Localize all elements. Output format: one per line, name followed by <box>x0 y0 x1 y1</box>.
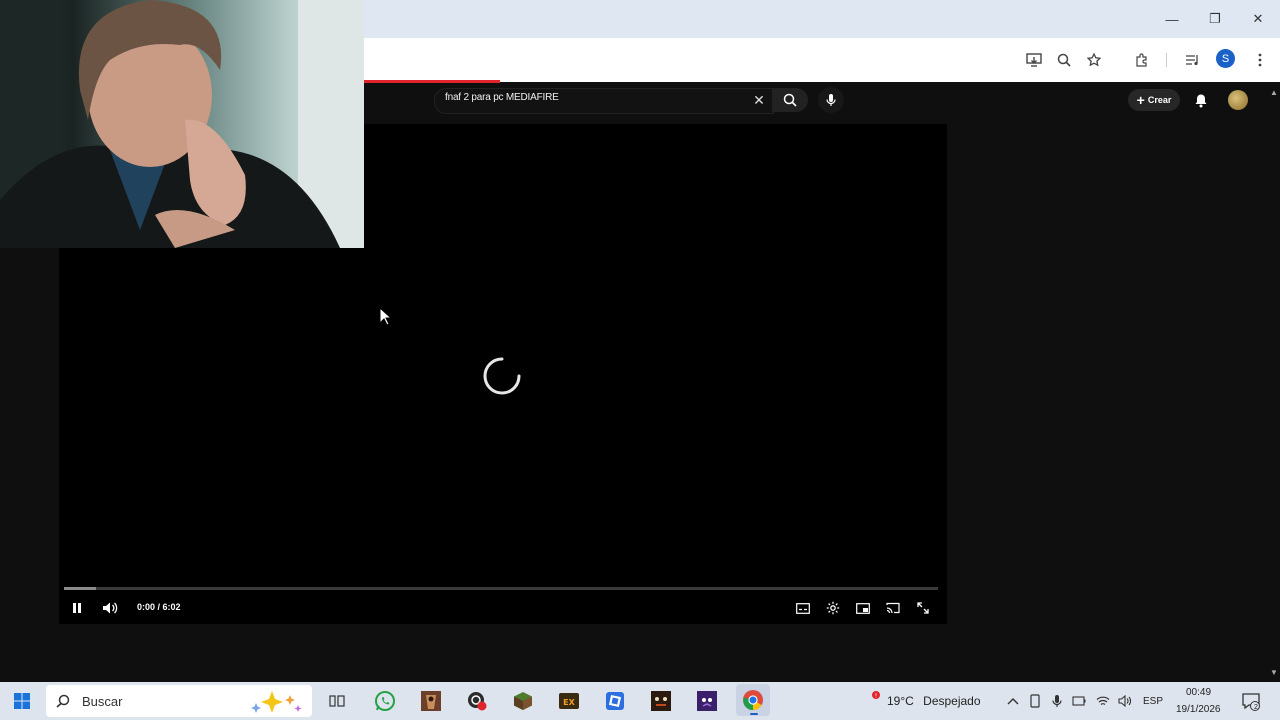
mouse-cursor-icon <box>379 307 391 326</box>
language-indicator[interactable]: ESP <box>1143 696 1163 707</box>
plus-icon: + <box>1136 92 1145 108</box>
task-view-icon[interactable] <box>324 689 350 713</box>
minimize-button[interactable]: — <box>1152 8 1192 30</box>
settings-button[interactable] <box>823 598 843 618</box>
chrome-taskbar-button[interactable] <box>736 684 770 716</box>
loading-spinner-icon <box>483 357 521 395</box>
voice-search-button[interactable] <box>818 87 844 113</box>
fullscreen-button[interactable] <box>913 598 933 618</box>
windows-taskbar: EX ! <box>0 682 1280 720</box>
microphone-tray-icon[interactable] <box>1046 689 1068 713</box>
toolbar-separator <box>1166 53 1167 67</box>
svg-text:!: ! <box>875 693 877 700</box>
weather-condition: Despejado <box>923 694 981 708</box>
subtitles-button[interactable] <box>793 598 813 618</box>
cast-button[interactable] <box>883 598 903 618</box>
clock-date[interactable]: 19/1/2026 <box>1176 704 1221 715</box>
taskbar-search-label: Buscar <box>82 694 123 709</box>
chrome-icon <box>743 690 763 711</box>
weather-text[interactable]: 19°C Despejado <box>887 694 981 708</box>
game-app-icon[interactable] <box>418 689 444 713</box>
weather-temperature: 19°C <box>887 694 914 708</box>
search-icon <box>56 694 70 708</box>
restore-button[interactable]: ❐ <box>1195 8 1235 30</box>
extensions-icon[interactable] <box>1130 48 1154 72</box>
show-hidden-icons-chevron-icon[interactable] <box>1000 689 1026 713</box>
search-button[interactable] <box>772 88 808 112</box>
fnaf-game-icon-2[interactable] <box>694 689 720 713</box>
search-icon <box>783 93 797 107</box>
weather-icon[interactable]: ! <box>858 689 884 713</box>
wifi-icon[interactable] <box>1092 689 1114 713</box>
webcam-overlay <box>0 0 364 248</box>
volume-button[interactable] <box>100 598 120 618</box>
miniplayer-icon <box>856 602 870 614</box>
fullscreen-icon <box>917 602 929 614</box>
scroll-up-arrow[interactable]: ▲ <box>1268 86 1280 98</box>
notifications-center-icon[interactable] <box>1238 689 1264 713</box>
account-avatar[interactable] <box>1228 90 1248 110</box>
volume-icon <box>103 602 118 614</box>
time-display: 0:00 / 6:02 <box>137 602 181 612</box>
speaker-icon[interactable] <box>1114 689 1136 713</box>
pause-button[interactable] <box>67 598 87 618</box>
notification-count: 2 <box>1254 704 1258 711</box>
subtitles-icon <box>796 602 810 614</box>
bookmark-star-icon[interactable] <box>1082 48 1106 72</box>
clear-search-icon[interactable]: ✕ <box>750 91 768 109</box>
phone-link-icon[interactable] <box>1024 689 1046 713</box>
start-button[interactable] <box>9 689 35 713</box>
fnaf-game-icon[interactable] <box>648 689 674 713</box>
create-button[interactable]: + Crear <box>1128 89 1180 111</box>
profile-avatar[interactable]: S <box>1216 49 1235 68</box>
active-app-indicator <box>750 713 758 715</box>
progress-bar[interactable] <box>64 587 938 590</box>
search-query: fnaf 2 para pc MEDIAFIRE <box>445 92 559 103</box>
webcam-person-image <box>0 0 364 248</box>
gear-icon <box>826 601 840 615</box>
svg-text:EX: EX <box>563 698 575 707</box>
whatsapp-icon[interactable] <box>372 689 398 713</box>
close-window-button[interactable]: ✕ <box>1238 8 1278 30</box>
recording-app-icon[interactable] <box>464 689 490 713</box>
install-app-icon[interactable] <box>1022 48 1046 72</box>
microphone-icon <box>826 94 836 106</box>
zoom-icon[interactable] <box>1052 48 1076 72</box>
buffered-progress <box>64 587 96 590</box>
cast-icon <box>886 602 900 614</box>
game-launcher-icon[interactable]: EX <box>556 689 582 713</box>
menu-icon[interactable] <box>1248 48 1272 72</box>
notifications-bell-icon[interactable] <box>1192 91 1210 109</box>
miniplayer-button[interactable] <box>853 598 873 618</box>
roblox-icon[interactable] <box>602 689 628 713</box>
battery-plug-icon[interactable] <box>1068 689 1090 713</box>
media-controls-icon[interactable] <box>1180 48 1204 72</box>
search-highlight-sparkle-icon <box>251 691 302 713</box>
scroll-down-arrow[interactable]: ▼ <box>1268 666 1280 678</box>
create-label: Crear <box>1147 95 1172 105</box>
minecraft-icon[interactable] <box>510 689 536 713</box>
clock-time[interactable]: 00:49 <box>1186 687 1211 698</box>
windows-logo-icon <box>14 693 30 709</box>
pause-icon <box>73 603 81 613</box>
